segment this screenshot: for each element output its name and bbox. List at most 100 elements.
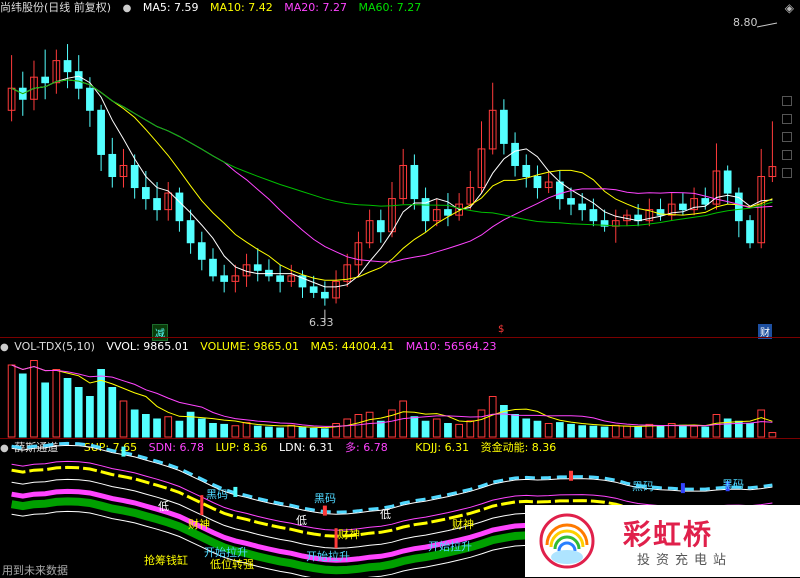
volume-bar: [555, 422, 564, 438]
price-chart[interactable]: [7, 22, 778, 322]
volume-bar: [265, 426, 273, 438]
candle-body: [130, 164, 139, 189]
candle-body: [186, 220, 195, 244]
signal-marker: [680, 483, 685, 494]
candle-body: [41, 76, 50, 84]
signal-marker: [200, 495, 204, 516]
candle-body: [175, 192, 184, 222]
candle-body: [97, 109, 105, 155]
heima-label: 黑码: [722, 478, 744, 491]
volume-bar: [656, 425, 665, 438]
signal-marker: [233, 486, 238, 497]
watermark-title: 彩虹桥: [623, 518, 714, 551]
volume-bar: [533, 420, 542, 438]
volume-bar: [679, 424, 687, 438]
volume-bar: [253, 425, 262, 438]
volume-bar: [634, 426, 643, 438]
volume-bar: [209, 423, 217, 438]
candle-body: [533, 176, 542, 189]
candle-body: [309, 286, 318, 293]
watermark-subtitle: 投资充电站: [637, 553, 733, 568]
candle-body: [723, 170, 732, 194]
volume-bar: [544, 423, 553, 438]
volume-bar: [164, 416, 173, 438]
volume-bar: [712, 414, 721, 438]
volume-bar: [153, 418, 161, 438]
volume-bar: [220, 423, 229, 438]
signal-marker: [322, 505, 327, 516]
volume-bar: [444, 423, 452, 438]
volume-bar: [197, 418, 206, 438]
candle-body: [511, 142, 519, 166]
candle-body: [108, 153, 117, 178]
caishen-label: 财神: [338, 528, 360, 541]
volume-bar: [86, 396, 94, 438]
heima-label: 黑码: [632, 480, 654, 493]
candle-body: [589, 209, 598, 222]
candle-body: [209, 258, 217, 277]
volume-bar: [30, 360, 38, 438]
volume-bar: [757, 409, 766, 438]
volume-bar: [97, 369, 105, 438]
heima-label: 黑码: [206, 488, 228, 501]
candle-body: [265, 269, 273, 277]
volume-bar: [343, 418, 352, 438]
volume-bar: [298, 427, 307, 438]
watermark: 彩虹桥 投资充电站: [525, 505, 800, 577]
volume-bar: [600, 426, 609, 438]
volume-bar: [74, 387, 83, 438]
di-label: 低: [380, 508, 391, 521]
volume-bar: [108, 387, 117, 438]
ma10-line: [11, 79, 773, 281]
candle-body: [197, 242, 206, 260]
kaishi-label: 开始拉升: [306, 550, 350, 563]
volume-bar: [175, 420, 184, 438]
volume-bar: [63, 378, 72, 438]
volume-bar: [186, 411, 195, 438]
volume-bar: [488, 396, 497, 438]
candle-body: [276, 275, 284, 282]
candle-body: [444, 209, 452, 216]
diwei-label: 低位转强: [210, 558, 254, 571]
chart-canvas[interactable]: [0, 0, 800, 577]
volume-bar: [410, 416, 419, 438]
di-label: 低: [158, 500, 169, 513]
volume-chart[interactable]: [7, 360, 777, 438]
candle-body: [253, 264, 262, 271]
volume-bar: [41, 382, 50, 438]
volume-bar: [701, 426, 710, 438]
candle-body: [376, 220, 385, 233]
volume-bar: [690, 425, 698, 438]
vol-ma10-line: [11, 364, 773, 427]
candle-body: [74, 71, 83, 89]
candle-body: [746, 220, 754, 244]
candle-body: [578, 203, 587, 211]
volume-bar: [611, 424, 620, 438]
high-marker-line: [756, 22, 778, 28]
volume-bar: [354, 414, 363, 438]
candle-body: [321, 291, 329, 299]
volume-bar: [567, 423, 575, 438]
volume-bar: [768, 432, 777, 438]
candle-body: [555, 181, 564, 200]
volume-bar: [231, 425, 240, 438]
zhuangbao-label: 抢筹钱缸: [144, 554, 188, 567]
volume-bar: [7, 364, 16, 438]
volume-bar: [455, 423, 463, 438]
footer-note: 用到未来数据: [2, 564, 68, 577]
volume-bar: [242, 422, 251, 438]
di-label: 低: [296, 514, 307, 527]
channel-upper-line: [11, 444, 773, 515]
candle-body: [522, 164, 531, 178]
volume-bar: [466, 420, 475, 438]
signal-marker: [569, 470, 574, 481]
candle-body: [567, 198, 575, 205]
candle-body: [86, 87, 94, 111]
volume-bar: [578, 425, 587, 438]
volume-bar: [276, 427, 284, 438]
candle-body: [153, 198, 161, 211]
volume-bar: [477, 409, 486, 438]
volume-bar: [321, 428, 329, 438]
candle-body: [500, 109, 508, 144]
heima-label: 黑码: [314, 492, 336, 505]
